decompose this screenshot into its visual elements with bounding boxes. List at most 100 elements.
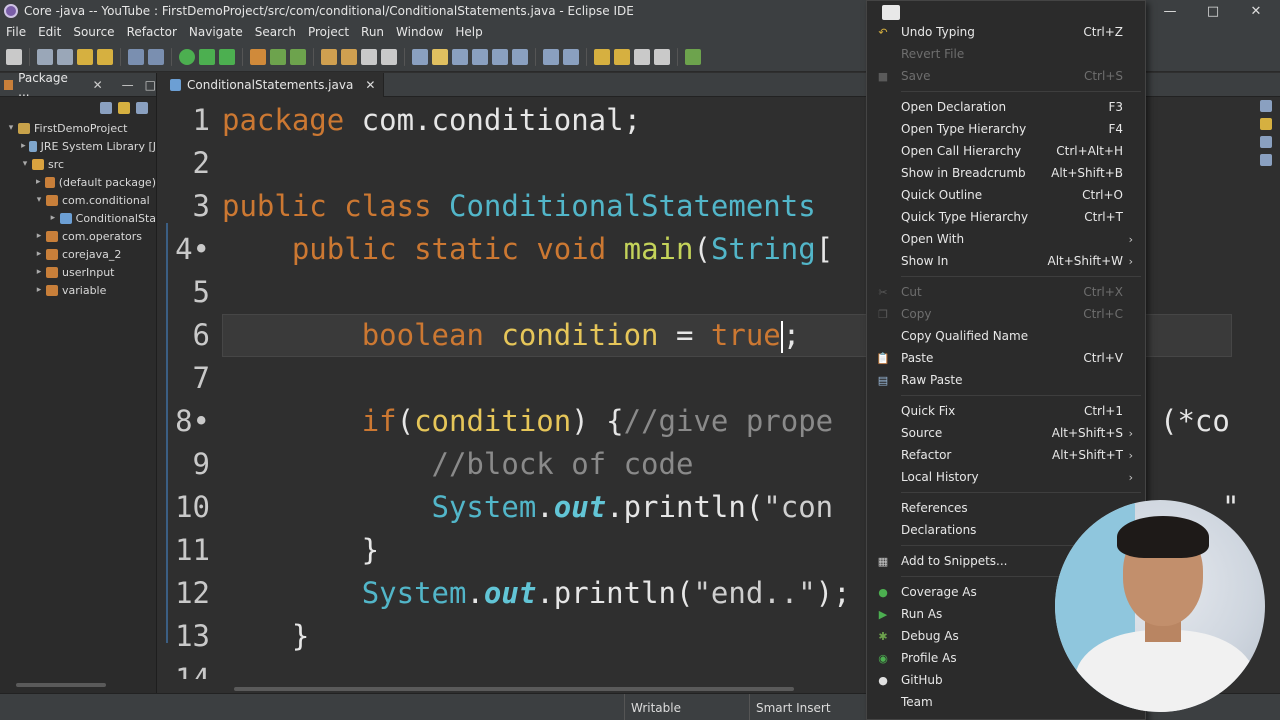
tree-item[interactable]: ▸ corejava_2	[0, 245, 156, 263]
horizontal-scrollbar[interactable]	[16, 683, 106, 687]
toggle-mark-icon[interactable]	[412, 48, 428, 65]
menu-help[interactable]: Help	[449, 25, 488, 39]
expanded-arrow-icon[interactable]: ▾	[20, 159, 30, 169]
menu-navigate[interactable]: Navigate	[183, 25, 249, 39]
coverage-icon[interactable]	[219, 48, 235, 65]
code-text[interactable]: //block of code	[222, 443, 694, 486]
menu-file[interactable]: File	[0, 25, 32, 39]
tree-item[interactable]: ▸ JRE System Library [J	[0, 137, 156, 155]
code-text[interactable]: }	[222, 615, 309, 658]
next-annotation-icon[interactable]	[543, 48, 559, 65]
skip-breakpoints-icon[interactable]	[148, 48, 164, 65]
menu-window[interactable]: Window	[390, 25, 449, 39]
menu-search[interactable]: Search	[249, 25, 302, 39]
view-menu-icon[interactable]	[136, 102, 148, 114]
terminal-icon[interactable]	[128, 48, 144, 65]
paragraph-icon[interactable]	[512, 48, 528, 65]
collapsed-arrow-icon[interactable]: ▸	[34, 285, 44, 295]
code-text[interactable]: }	[222, 529, 379, 572]
minimize-icon[interactable]: —	[1150, 0, 1190, 22]
collapsed-arrow-icon[interactable]: ▸	[34, 177, 43, 187]
minimize-view-icon[interactable]: —	[122, 78, 134, 92]
menu-item-undo-typing[interactable]: ↶ Undo Typing Ctrl+Z	[867, 21, 1145, 43]
tree-item[interactable]: ▸ variable	[0, 281, 156, 299]
close-window-icon[interactable]: ✕	[1236, 0, 1276, 22]
tree-item[interactable]: ▸ userInput	[0, 263, 156, 281]
editor-horizontal-scrollbar[interactable]	[234, 687, 794, 691]
tree-item[interactable]: ▸ com.operators	[0, 227, 156, 245]
open-task-icon[interactable]	[341, 48, 357, 65]
redo-icon[interactable]	[97, 48, 113, 65]
menu-item-refactor[interactable]: Refactor Alt+Shift+T ›	[867, 444, 1145, 466]
problems-icon[interactable]	[1260, 136, 1272, 148]
navigate-forward-icon[interactable]	[654, 48, 670, 65]
new-icon[interactable]	[6, 48, 22, 65]
collapsed-arrow-icon[interactable]: ▸	[48, 213, 58, 223]
maximize-icon[interactable]: □	[1193, 0, 1233, 22]
new-java-project-icon[interactable]	[250, 48, 266, 65]
expanded-arrow-icon[interactable]: ▾	[34, 195, 44, 205]
open-type-icon[interactable]	[321, 48, 337, 65]
code-text[interactable]: package com.conditional;	[222, 99, 641, 142]
menu-item-open-call-hierarchy[interactable]: Open Call Hierarchy Ctrl+Alt+H	[867, 140, 1145, 162]
close-tab-icon[interactable]: ✕	[365, 78, 375, 92]
collapse-all-icon[interactable]	[100, 102, 112, 114]
menu-item-open-type-hierarchy[interactable]: Open Type Hierarchy F4	[867, 118, 1145, 140]
menu-item-copy-qualified-name[interactable]: Copy Qualified Name	[867, 325, 1145, 347]
block-selection-icon[interactable]	[452, 48, 468, 65]
code-text[interactable]: if(condition) {//give prope	[222, 400, 833, 443]
back-icon[interactable]	[594, 48, 610, 65]
menu-item-quick-type-hierarchy[interactable]: Quick Type Hierarchy Ctrl+T	[867, 206, 1145, 228]
menu-item-paste[interactable]: 📋 Paste Ctrl+V	[867, 347, 1145, 369]
collapsed-arrow-icon[interactable]: ▸	[34, 231, 44, 241]
menu-item-raw-paste[interactable]: ▤ Raw Paste	[867, 369, 1145, 391]
menu-item-open-with[interactable]: Open With ›	[867, 228, 1145, 250]
tree-item[interactable]: ▸ (default package)	[0, 173, 156, 191]
task-list-icon[interactable]	[1260, 118, 1272, 130]
code-text[interactable]: System.out.println("con	[222, 486, 834, 529]
menu-item-show-in[interactable]: Show In Alt+Shift+W ›	[867, 250, 1145, 272]
save-all-icon[interactable]	[57, 48, 73, 65]
menu-item-local-history[interactable]: Local History ›	[867, 466, 1145, 488]
close-view-icon[interactable]: ✕	[93, 78, 103, 92]
maximize-view-icon[interactable]: □	[145, 78, 156, 92]
expanded-arrow-icon[interactable]: ▾	[6, 123, 16, 133]
navigate-back-icon[interactable]	[634, 48, 650, 65]
collapsed-arrow-icon[interactable]: ▸	[34, 249, 44, 259]
tree-item[interactable]: ▾ src	[0, 155, 156, 173]
whitespace-icon[interactable]	[492, 48, 508, 65]
highlight-icon[interactable]	[432, 48, 448, 65]
search-toolbar-icon[interactable]	[361, 48, 377, 65]
external-tools-icon[interactable]	[685, 48, 701, 65]
link-with-editor-icon[interactable]	[118, 102, 130, 114]
debug-icon[interactable]	[199, 48, 215, 65]
menu-run[interactable]: Run	[355, 25, 390, 39]
menu-project[interactable]: Project	[302, 25, 355, 39]
code-text[interactable]: boolean condition = true;	[222, 314, 800, 357]
outline-icon[interactable]	[1260, 100, 1272, 112]
menu-item-quick-fix[interactable]: Quick Fix Ctrl+1	[867, 400, 1145, 422]
run-icon[interactable]	[179, 48, 195, 65]
code-text[interactable]: public class ConditionalStatements	[222, 185, 816, 228]
menu-edit[interactable]: Edit	[32, 25, 67, 39]
prev-annotation-icon[interactable]	[563, 48, 579, 65]
code-text[interactable]: System.out.println("end..");	[222, 572, 851, 615]
collapsed-arrow-icon[interactable]: ▸	[20, 141, 27, 151]
menu-item-quick-outline[interactable]: Quick Outline Ctrl+O	[867, 184, 1145, 206]
javadoc-icon[interactable]	[1260, 154, 1272, 166]
pencil-icon[interactable]	[381, 48, 397, 65]
package-explorer-tab[interactable]: Package ... ✕ — □	[0, 71, 156, 99]
new-package-icon[interactable]	[270, 48, 286, 65]
menu-item-source[interactable]: Source Alt+Shift+S ›	[867, 422, 1145, 444]
undo-icon[interactable]	[77, 48, 93, 65]
tree-item[interactable]: ▸ ConditionalSta	[0, 209, 156, 227]
tree-item[interactable]: ▾ FirstDemoProject	[0, 119, 156, 137]
word-wrap-icon[interactable]	[472, 48, 488, 65]
forward-icon[interactable]	[614, 48, 630, 65]
editor-tab-conditionalstatements[interactable]: ConditionalStatements.java ✕	[162, 72, 385, 97]
code-text[interactable]: public static void main(String[	[222, 228, 833, 271]
menu-item-open-declaration[interactable]: Open Declaration F3	[867, 96, 1145, 118]
collapsed-arrow-icon[interactable]: ▸	[34, 267, 44, 277]
new-class-icon[interactable]	[290, 48, 306, 65]
save-icon[interactable]	[37, 48, 53, 65]
